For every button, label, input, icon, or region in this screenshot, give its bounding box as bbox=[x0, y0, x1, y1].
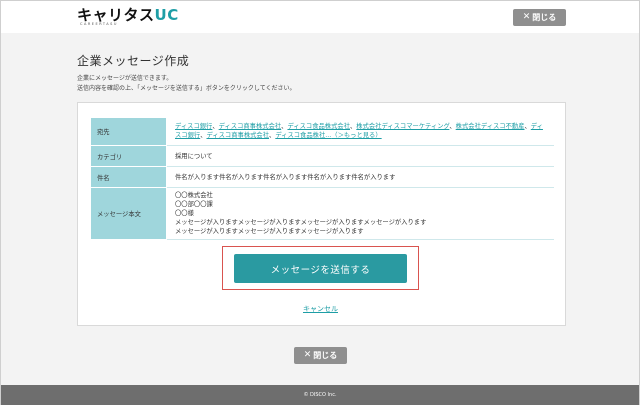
footer: © DISCO Inc. bbox=[1, 385, 639, 405]
show-more-link[interactable]: （＞もっと見る） bbox=[331, 132, 381, 139]
destination-link[interactable]: ディスコ食品株社... bbox=[275, 132, 331, 139]
body-line: 〇〇様 bbox=[175, 210, 194, 217]
close-label: 閉じる bbox=[313, 351, 338, 360]
copyright-text: © DISCO Inc. bbox=[303, 392, 337, 398]
close-button-bottom[interactable]: ✕ 閉じる bbox=[294, 347, 347, 364]
description-line-1: 企業にメッセージが送信できます。 bbox=[77, 75, 173, 82]
body-label: メッセージ本文 bbox=[90, 187, 167, 240]
close-icon: ✕ bbox=[303, 350, 312, 360]
body-line: 〇〇株式会社 bbox=[175, 192, 213, 199]
body-value: 〇〇株式会社 〇〇部〇〇課 〇〇様 メッセージが入りますメッセージが入りますメッ… bbox=[166, 187, 554, 240]
category-label: カテゴリ bbox=[90, 145, 167, 167]
logo-accent: UC bbox=[154, 6, 179, 24]
destination-link[interactable]: 株式会社ディスコマーケティング bbox=[356, 123, 449, 130]
message-confirm-panel: 宛先 ディスコ銀行、ディスコ商事株式会社、ディスコ食品株式会社、株式会社ディスコ… bbox=[77, 102, 566, 326]
cancel-link[interactable]: キャンセル bbox=[303, 304, 338, 314]
category-value: 採用について bbox=[166, 145, 554, 167]
destination-link[interactable]: 株式会社ディスコ不動産 bbox=[456, 123, 525, 130]
destination-link[interactable]: ディスコ商事株式会社 bbox=[219, 123, 282, 130]
close-icon: ✕ bbox=[522, 12, 531, 22]
message-info-table: 宛先 ディスコ銀行、ディスコ商事株式会社、ディスコ食品株式会社、株式会社ディスコ… bbox=[90, 117, 554, 240]
destination-link[interactable]: ディスコ商事株式会社 bbox=[206, 132, 269, 139]
page-title: 企業メッセージ作成 bbox=[77, 54, 190, 68]
table-row-destination: 宛先 ディスコ銀行、ディスコ商事株式会社、ディスコ食品株式会社、株式会社ディスコ… bbox=[90, 117, 554, 146]
description-line-2: 送信内容を確認の上、「メッセージを送信する」ボタンをクリックしてください。 bbox=[77, 85, 296, 92]
subject-value: 件名が入ります件名が入ります件名が入ります件名が入ります件名が入ります bbox=[166, 166, 554, 188]
body-line: メッセージが入りますメッセージが入りますメッセージが入りますメッセージが入ります bbox=[175, 219, 427, 226]
table-row-body: メッセージ本文 〇〇株式会社 〇〇部〇〇課 〇〇様 メッセージが入りますメッセー… bbox=[90, 187, 554, 240]
close-label: 閉じる bbox=[532, 13, 557, 22]
logo-subtext: CAREERTASU bbox=[80, 22, 118, 26]
header-bar: キャリタスUC CAREERTASU ✕ 閉じる bbox=[1, 1, 639, 33]
subject-label: 件名 bbox=[90, 166, 167, 188]
table-row-category: カテゴリ 採用について bbox=[90, 145, 554, 167]
close-button-top[interactable]: ✕ 閉じる bbox=[513, 9, 566, 26]
table-row-subject: 件名 件名が入ります件名が入ります件名が入ります件名が入ります件名が入ります bbox=[90, 166, 554, 188]
destination-label: 宛先 bbox=[90, 117, 167, 146]
body-line: メッセージが入りますメッセージが入りますメッセージが入ります bbox=[175, 228, 364, 235]
destination-list: ディスコ銀行、ディスコ商事株式会社、ディスコ食品株式会社、株式会社ディスコマーケ… bbox=[166, 117, 554, 146]
destination-link[interactable]: ディスコ銀行 bbox=[175, 123, 212, 130]
destination-link[interactable]: ディスコ食品株式会社 bbox=[287, 123, 350, 130]
body-line: 〇〇部〇〇課 bbox=[175, 201, 213, 208]
send-message-button[interactable]: メッセージを送信する bbox=[234, 254, 407, 283]
logo[interactable]: キャリタスUC bbox=[77, 7, 179, 23]
